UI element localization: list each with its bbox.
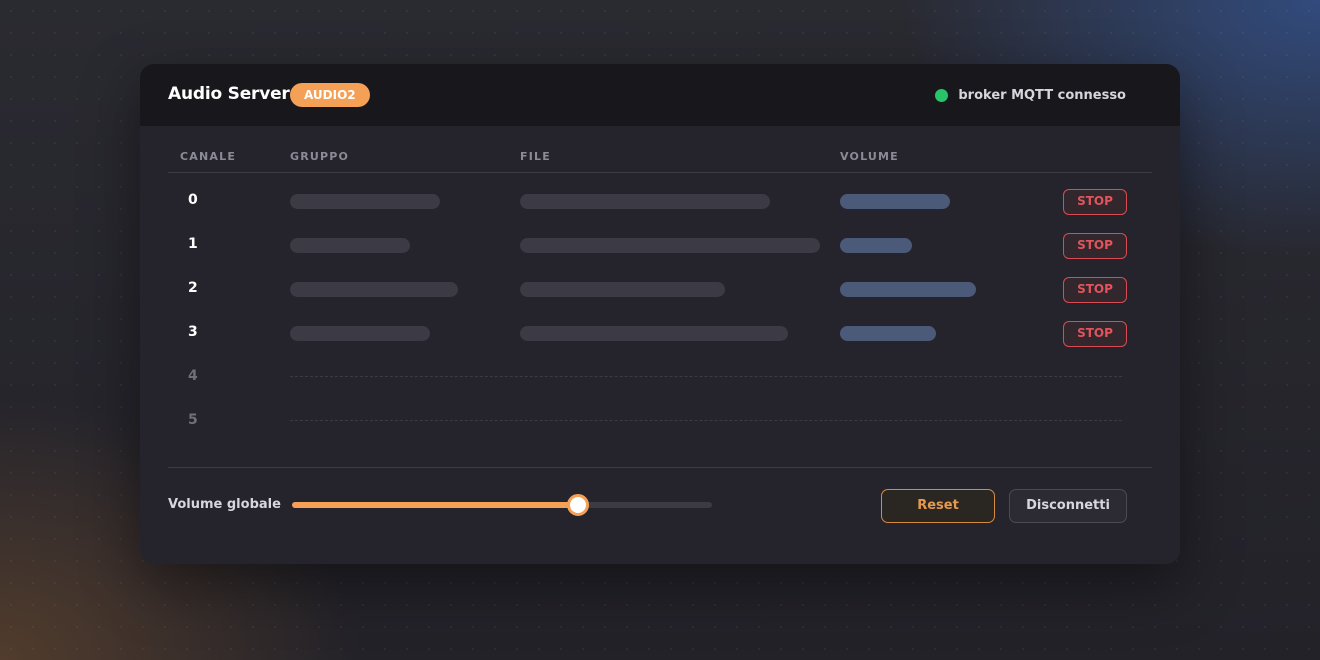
file-placeholder — [520, 282, 725, 297]
channel-row-2: 2 STOP — [140, 277, 1180, 321]
group-placeholder — [290, 326, 430, 341]
channel-row-0: 0 STOP — [140, 189, 1180, 233]
volume-placeholder — [840, 326, 936, 341]
channel-row-1: 1 STOP — [140, 233, 1180, 277]
volume-placeholder — [840, 238, 912, 253]
footer-divider — [168, 467, 1152, 468]
status-text: broker MQTT connesso — [958, 87, 1126, 103]
group-placeholder — [290, 282, 458, 297]
channel-number: 3 — [188, 324, 198, 340]
stop-button[interactable]: STOP — [1063, 321, 1127, 347]
panel-title: Audio Server — [168, 84, 290, 104]
server-badge: AUDIO2 — [290, 83, 370, 107]
volume-placeholder — [840, 194, 950, 209]
connection-status: broker MQTT connesso — [935, 86, 1126, 104]
column-header-canale: CANALE — [180, 150, 237, 163]
file-placeholder — [520, 326, 788, 341]
group-placeholder — [290, 194, 440, 209]
channel-row-4: 4 — [140, 365, 1180, 409]
status-dot-icon — [935, 88, 949, 102]
slider-thumb[interactable] — [566, 494, 589, 516]
column-header-gruppo: GRUPPO — [290, 150, 350, 163]
global-volume-slider[interactable] — [292, 494, 712, 516]
disconnect-button[interactable]: Disconnetti — [1009, 489, 1127, 523]
channel-number: 5 — [188, 412, 198, 428]
channel-row-5: 5 — [140, 409, 1180, 453]
empty-row-line — [290, 376, 1122, 377]
channel-number: 1 — [188, 236, 198, 252]
slider-fill — [292, 502, 578, 508]
file-placeholder — [520, 238, 820, 253]
stop-button[interactable]: STOP — [1063, 233, 1127, 259]
panel-header: Audio Server AUDIO2 broker MQTT connesso — [140, 64, 1180, 126]
stop-button[interactable]: STOP — [1063, 189, 1127, 215]
stop-button[interactable]: STOP — [1063, 277, 1127, 303]
volume-placeholder — [840, 282, 976, 297]
channel-row-3: 3 STOP — [140, 321, 1180, 365]
column-header-file: FILE — [520, 150, 551, 163]
channel-number: 4 — [188, 368, 198, 384]
file-placeholder — [520, 194, 770, 209]
audio-server-panel: Audio Server AUDIO2 broker MQTT connesso… — [140, 64, 1180, 564]
global-volume-label: Volume globale — [168, 497, 281, 512]
channel-number: 0 — [188, 192, 198, 208]
reset-button[interactable]: Reset — [881, 489, 995, 523]
empty-row-line — [290, 420, 1122, 421]
table-header-divider — [168, 172, 1152, 173]
group-placeholder — [290, 238, 410, 253]
column-header-volume: VOLUME — [840, 150, 899, 163]
channel-number: 2 — [188, 280, 198, 296]
